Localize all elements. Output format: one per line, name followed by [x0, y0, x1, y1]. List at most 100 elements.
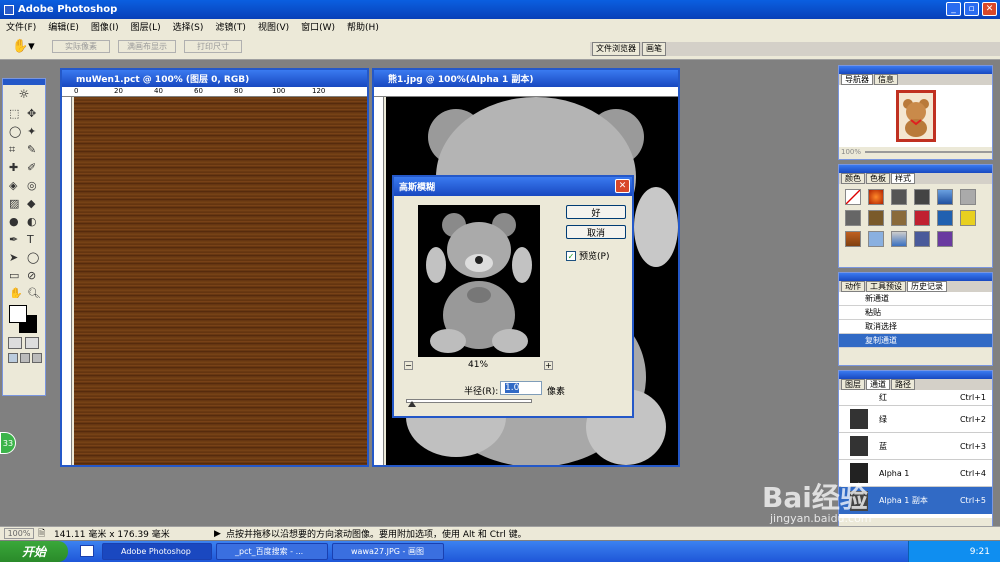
navigator-zoom[interactable]: 100%	[841, 148, 861, 156]
style-swatch[interactable]	[845, 231, 861, 247]
radius-slider-handle[interactable]	[408, 401, 416, 407]
style-swatch[interactable]	[937, 231, 953, 247]
styles-panel: 颜色 色板 样式	[838, 164, 993, 268]
tab-color[interactable]: 颜色	[841, 173, 865, 184]
status-zoom[interactable]: 100%	[4, 528, 34, 539]
tool-grid[interactable]: ⬚ ✥ ◯ ✦ ⌗ ✎ ✚ ✐ ◈ ◎ ▨ ◆ ● ◐ ✒ T ➤ ◯ ▭ ⊘ ✋ 🔍︎	[3, 103, 45, 300]
tab-styles[interactable]: 样式	[891, 173, 915, 184]
tab-file-browser[interactable]: 文件浏览器	[592, 42, 640, 56]
quicklaunch-icon[interactable]	[80, 545, 94, 557]
style-swatch[interactable]	[868, 210, 884, 226]
zoom-out-button[interactable]: −	[404, 361, 413, 370]
side-badge[interactable]: 33	[0, 432, 16, 454]
tab-layers[interactable]: 图层	[841, 379, 865, 390]
menu-help[interactable]: 帮助(H)	[341, 20, 385, 33]
svg-text:◯: ◯	[27, 251, 39, 264]
minimize-button[interactable]: _	[946, 2, 961, 16]
mask-mode-buttons[interactable]	[3, 337, 45, 349]
tab-actions[interactable]: 动作	[841, 281, 865, 292]
close-button[interactable]: ✕	[982, 2, 997, 16]
menu-layer[interactable]: 图层(L)	[125, 20, 167, 33]
ruler-label: 120	[312, 87, 326, 95]
menu-image[interactable]: 图像(I)	[85, 20, 125, 33]
history-item-label: 新通道	[865, 294, 889, 303]
menu-filter[interactable]: 滤镜(T)	[209, 20, 252, 33]
status-hint: 点按并拖移以沿想要的方向滚动图像。要用附加选项，使用 Alt 和 Ctrl 键。	[226, 530, 527, 540]
tab-paths[interactable]: 路径	[891, 379, 915, 390]
dialog-close-button[interactable]: ✕	[615, 179, 630, 193]
radius-input[interactable]: 1.0	[500, 381, 542, 395]
navigator-zoom-slider[interactable]	[865, 151, 992, 153]
restore-button[interactable]: ▫	[964, 2, 979, 16]
style-swatch[interactable]	[891, 210, 907, 226]
style-swatch[interactable]	[960, 189, 976, 205]
menu-window[interactable]: 窗口(W)	[295, 20, 341, 33]
actual-pixels-button[interactable]: 实际像素	[52, 40, 110, 53]
svg-text:◐: ◐	[27, 215, 37, 228]
system-tray: 9:21	[908, 541, 1000, 562]
cancel-button[interactable]: 取消	[566, 225, 626, 239]
tab-info[interactable]: 信息	[874, 74, 898, 85]
style-swatch[interactable]	[845, 210, 861, 226]
document-window-wood[interactable]: muWen1.pct @ 100% (图层 0, RGB) 0 20 40 60…	[60, 68, 369, 467]
channel-row[interactable]: 红 Ctrl+1	[839, 390, 992, 406]
preview-checkbox[interactable]: ✓	[566, 250, 576, 261]
ruler-label: 100	[272, 87, 286, 95]
history-item[interactable]: 粘贴	[839, 306, 992, 320]
style-swatch[interactable]	[891, 189, 907, 205]
history-item[interactable]: 新通道	[839, 292, 992, 306]
style-swatch[interactable]	[937, 189, 953, 205]
channel-row[interactable]: 蓝 Ctrl+3	[839, 433, 992, 460]
tab-swatches[interactable]: 色板	[866, 173, 890, 184]
clock[interactable]: 9:21	[970, 547, 990, 557]
history-item-selected[interactable]: 复制通道	[839, 334, 992, 348]
photoshop-eye-icon[interactable]: ☼	[3, 85, 45, 103]
style-swatch[interactable]	[891, 231, 907, 247]
channel-name: 蓝	[879, 441, 887, 451]
task-paint[interactable]: wawa27.JPG - 画图	[332, 543, 444, 560]
menu-edit[interactable]: 编辑(E)	[42, 20, 85, 33]
menu-view[interactable]: 视图(V)	[252, 20, 295, 33]
color-swatches[interactable]	[3, 301, 45, 337]
foreground-color[interactable]	[9, 305, 27, 323]
style-swatch[interactable]	[914, 210, 930, 226]
style-swatch[interactable]	[960, 210, 976, 226]
tab-history[interactable]: 历史记录	[907, 281, 947, 292]
print-size-button[interactable]: 打印尺寸	[184, 40, 242, 53]
screen-mode-buttons[interactable]	[3, 349, 45, 363]
style-swatch[interactable]	[868, 231, 884, 247]
tab-tool-presets[interactable]: 工具预设	[866, 281, 906, 292]
tab-channels[interactable]: 通道	[866, 379, 890, 390]
doc1-title: muWen1.pct @ 100% (图层 0, RGB)	[76, 75, 250, 85]
wood-texture-canvas[interactable]	[74, 97, 367, 465]
fit-screen-button[interactable]: 满画布显示	[118, 40, 176, 53]
dialog-titlebar[interactable]: 高斯模糊	[394, 177, 632, 196]
blur-preview[interactable]	[418, 205, 540, 357]
tab-navigator[interactable]: 导航器	[841, 74, 873, 85]
history-item[interactable]: 取消选择	[839, 320, 992, 334]
ok-button[interactable]: 好	[566, 205, 626, 219]
channel-row[interactable]: 绿 Ctrl+2	[839, 406, 992, 433]
style-swatch[interactable]	[845, 189, 861, 205]
status-arrow-icon[interactable]: ▶	[214, 529, 226, 539]
style-swatch[interactable]	[868, 189, 884, 205]
preview-checkbox-row[interactable]: ✓ 预览(P)	[566, 249, 609, 262]
task-photoshop[interactable]: Adobe Photoshop	[102, 543, 212, 560]
doc1-titlebar[interactable]: muWen1.pct @ 100% (图层 0, RGB)	[62, 70, 367, 87]
doc2-titlebar[interactable]: 熊1.jpg @ 100%(Alpha 1 副本)	[374, 70, 678, 87]
start-button[interactable]: 开始	[0, 541, 68, 562]
radius-slider-track[interactable]	[406, 399, 532, 403]
style-swatch[interactable]	[914, 231, 930, 247]
style-swatch[interactable]	[914, 189, 930, 205]
task-browser[interactable]: _pct_百度搜索 - ...	[216, 543, 328, 560]
menu-select[interactable]: 选择(S)	[167, 20, 210, 33]
tab-brushes[interactable]: 画笔	[642, 42, 666, 56]
navigator-preview[interactable]	[839, 85, 992, 147]
hand-tool-icon[interactable]: ✋▾	[12, 39, 35, 54]
style-swatch-grid[interactable]	[839, 184, 992, 252]
style-swatch[interactable]	[937, 210, 953, 226]
menu-file[interactable]: 文件(F)	[0, 20, 42, 33]
channel-name: 红	[879, 393, 887, 402]
svg-text:⊘: ⊘	[27, 269, 36, 282]
zoom-in-button[interactable]: +	[544, 361, 553, 370]
